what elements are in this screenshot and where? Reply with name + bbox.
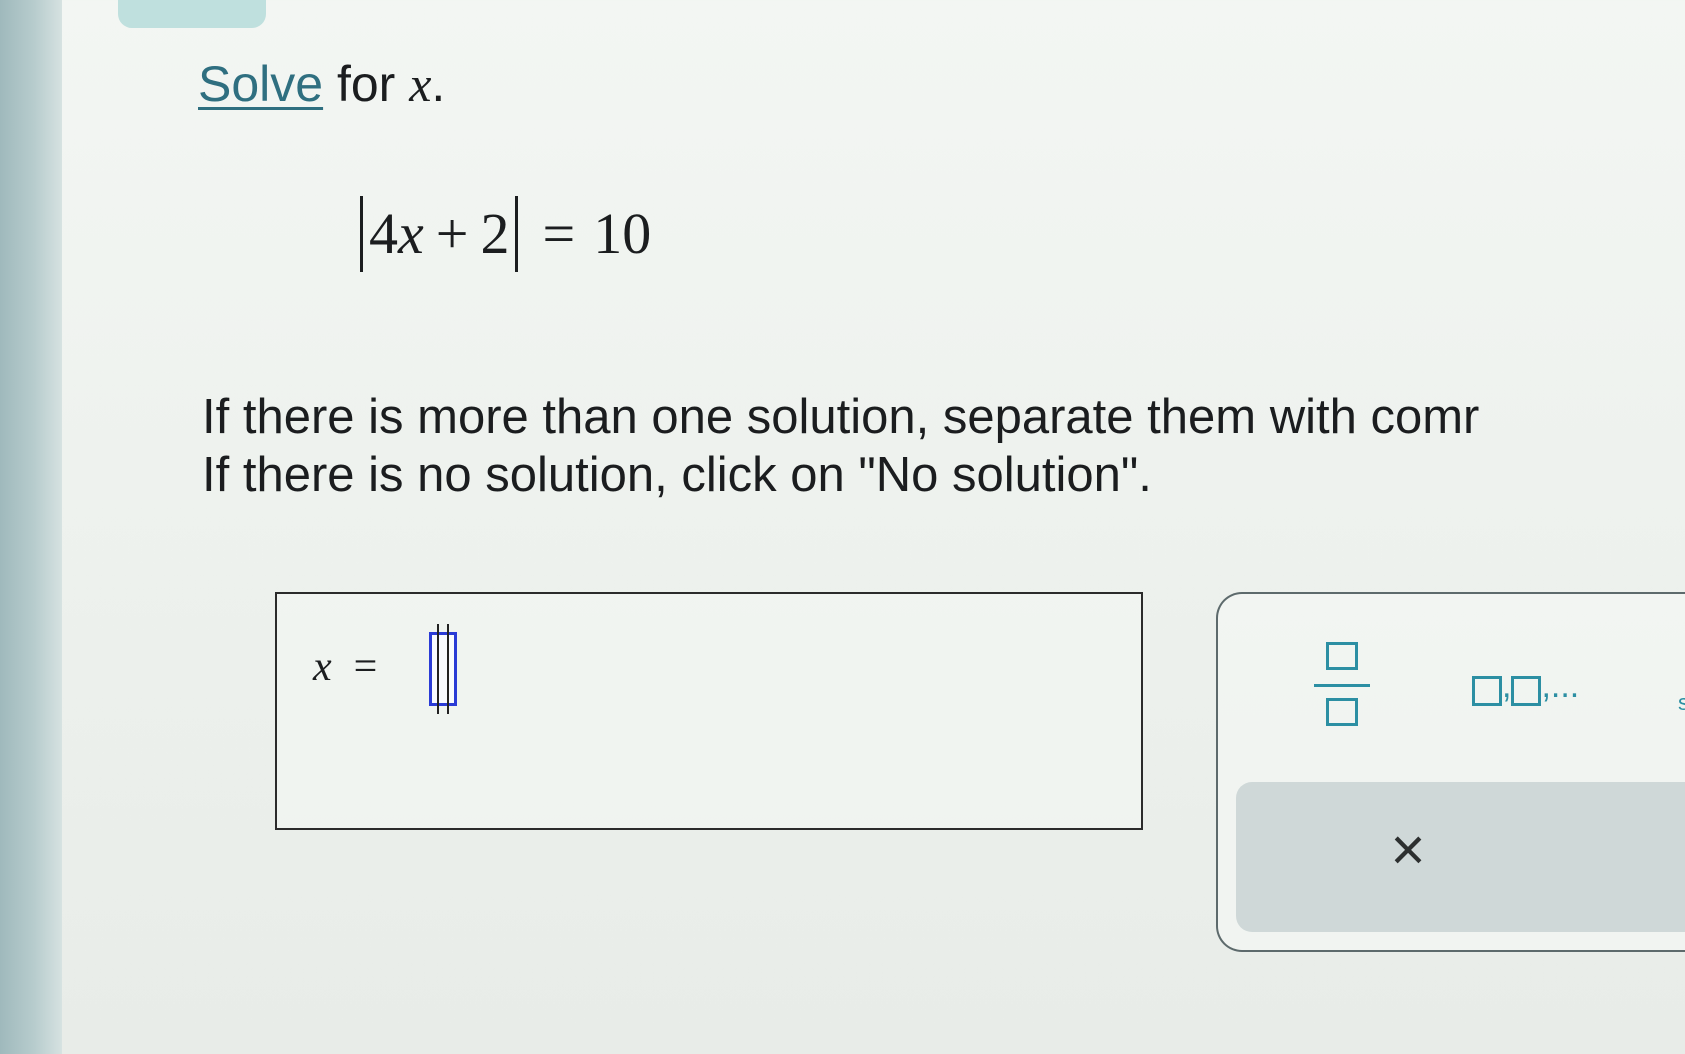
instruction-line-1: If there is more than one solution, sepa…: [202, 390, 1480, 444]
answer-label: x =: [313, 642, 377, 692]
eq-equals: =: [542, 201, 576, 266]
text-cursor: [437, 624, 449, 714]
eq-constant: 2: [480, 201, 510, 266]
list-separator: ,: [1502, 667, 1512, 705]
answer-box: x =: [275, 592, 1143, 830]
cut-off-tool-label[interactable]: s: [1678, 690, 1685, 716]
eq-coefficient: 4: [369, 201, 398, 266]
clear-button[interactable]: ×: [1378, 820, 1438, 880]
top-tab[interactable]: [118, 0, 266, 28]
answer-variable: x: [313, 644, 332, 690]
fraction-bar-icon: [1314, 684, 1370, 687]
question-heading: Solve for x.: [198, 52, 445, 116]
equation: 4 x + 2 = 10: [354, 196, 651, 272]
instruction-line-2: If there is no solution, click on "No so…: [202, 448, 1152, 502]
list-ellipsis: ,...: [1541, 667, 1580, 705]
list-box-icon: [1511, 676, 1542, 706]
variable-x: x: [409, 56, 432, 112]
eq-plus: +: [435, 201, 469, 266]
action-bar: ×: [1236, 782, 1685, 932]
solve-link[interactable]: Solve: [198, 56, 323, 112]
page-left-edge: [0, 0, 62, 1054]
eq-rhs: 10: [593, 201, 652, 266]
absolute-value-bar-right: [515, 196, 519, 272]
fraction-numerator-icon: [1326, 642, 1358, 670]
absolute-value-bar-left: [360, 196, 363, 272]
eq-variable: x: [398, 201, 424, 266]
period: .: [431, 56, 446, 112]
answer-equals: =: [353, 644, 378, 690]
for-text: for: [323, 56, 410, 112]
fraction-denominator-icon: [1326, 698, 1358, 726]
list-button[interactable]: ,,...: [1472, 666, 1579, 706]
math-toolbox: ,,... s ×: [1216, 592, 1685, 952]
list-box-icon: [1472, 676, 1502, 706]
instructions: If there is more than one solution, sepa…: [202, 388, 1685, 504]
fraction-button[interactable]: [1314, 642, 1374, 734]
